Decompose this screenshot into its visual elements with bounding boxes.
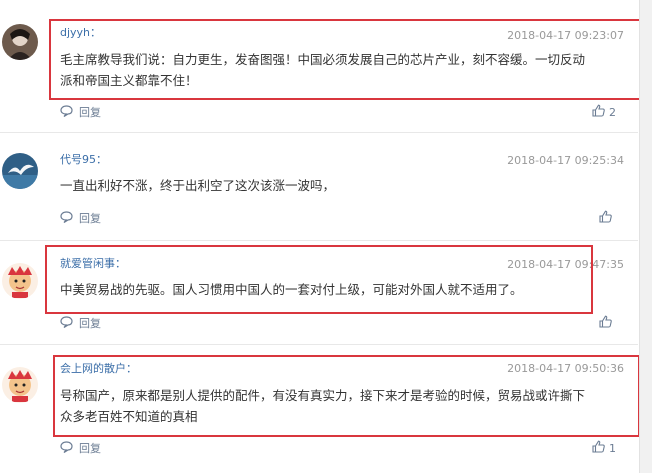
comment-item: 就爱管闲事： 2018-04-17 09:47:35 中美贸易战的先驱。国人习惯…: [0, 241, 638, 343]
avatar[interactable]: [2, 153, 38, 189]
speech-bubble-icon: [60, 104, 73, 120]
thumbs-up-icon: [599, 315, 612, 331]
timestamp: 2018-04-17 09:23:07: [507, 29, 624, 42]
scrollbar[interactable]: [639, 0, 652, 473]
like-count: 2: [609, 105, 616, 119]
comment-text: 一直出利好不涨，终于出利空了这次该涨一波吗，: [60, 175, 335, 196]
like-button[interactable]: [599, 210, 616, 226]
comment-item: 代号95： 2018-04-17 09:25:34 一直出利好不涨，终于出利空了…: [0, 133, 638, 239]
username[interactable]: 代号95：: [60, 151, 107, 167]
timestamp: 2018-04-17 09:25:34: [507, 154, 624, 167]
comment-text-line: 派和帝国主义都靠不住！: [60, 73, 198, 88]
comment-item: djyyh： 2018-04-17 09:23:07 毛主席教导我们说：自力更生…: [0, 0, 641, 132]
reply-button[interactable]: 回复: [60, 315, 101, 331]
username[interactable]: 会上网的散户：: [60, 360, 137, 376]
reply-button[interactable]: 回复: [60, 104, 101, 120]
like-button[interactable]: 1: [592, 440, 616, 456]
avatar[interactable]: [2, 24, 38, 60]
reply-label: 回复: [79, 442, 101, 455]
like-count: 1: [609, 441, 616, 455]
reply-label: 回复: [79, 317, 101, 330]
comment-feed: djyyh： 2018-04-17 09:23:07 毛主席教导我们说：自力更生…: [0, 0, 652, 473]
timestamp: 2018-04-17 09:50:36: [507, 362, 624, 375]
thumbs-up-icon: [592, 440, 605, 456]
reply-label: 回复: [79, 106, 101, 119]
thumbs-up-icon: [599, 210, 612, 226]
comment-text: 毛主席教导我们说：自力更生，发奋图强！中国必须发展自己的芯片产业，刻不容缓。一切…: [60, 49, 585, 91]
avatar[interactable]: [2, 263, 38, 299]
comment-text: 号称国产，原来都是别人提供的配件，有没有真实力，接下来才是考验的时候，贸易战或许…: [60, 385, 585, 427]
comment-text-line: 毛主席教导我们说：自力更生，发奋图强！中国必须发展自己的芯片产业，刻不容缓。一切…: [60, 52, 586, 67]
username[interactable]: 就爱管闲事：: [60, 255, 126, 271]
thumbs-up-icon: [592, 104, 605, 120]
reply-button[interactable]: 回复: [60, 210, 101, 226]
reply-button[interactable]: 回复: [60, 440, 101, 456]
comment-text: 中美贸易战的先驱。国人习惯用中国人的一套对付上级，可能对外国人就不适用了。: [60, 279, 523, 300]
avatar[interactable]: [2, 367, 38, 403]
like-button[interactable]: 2: [592, 104, 616, 120]
like-button[interactable]: [599, 315, 616, 331]
reply-label: 回复: [79, 212, 101, 225]
comment-item: 会上网的散户： 2018-04-17 09:50:36 号称国产，原来都是别人提…: [0, 345, 640, 473]
username[interactable]: djyyh：: [60, 24, 101, 40]
comment-text-line: 一直出利好不涨，终于出利空了这次该涨一波吗，: [60, 178, 336, 193]
comment-text-line: 中美贸易战的先驱。国人习惯用中国人的一套对付上级，可能对外国人就不适用了。: [60, 282, 523, 297]
comment-text-line: 众多老百姓不知道的真相: [60, 409, 198, 424]
speech-bubble-icon: [60, 440, 73, 456]
timestamp: 2018-04-17 09:47:35: [507, 258, 624, 271]
speech-bubble-icon: [60, 315, 73, 331]
speech-bubble-icon: [60, 210, 73, 226]
comment-text-line: 号称国产，原来都是别人提供的配件，有没有真实力，接下来才是考验的时候，贸易战或许…: [60, 388, 586, 403]
